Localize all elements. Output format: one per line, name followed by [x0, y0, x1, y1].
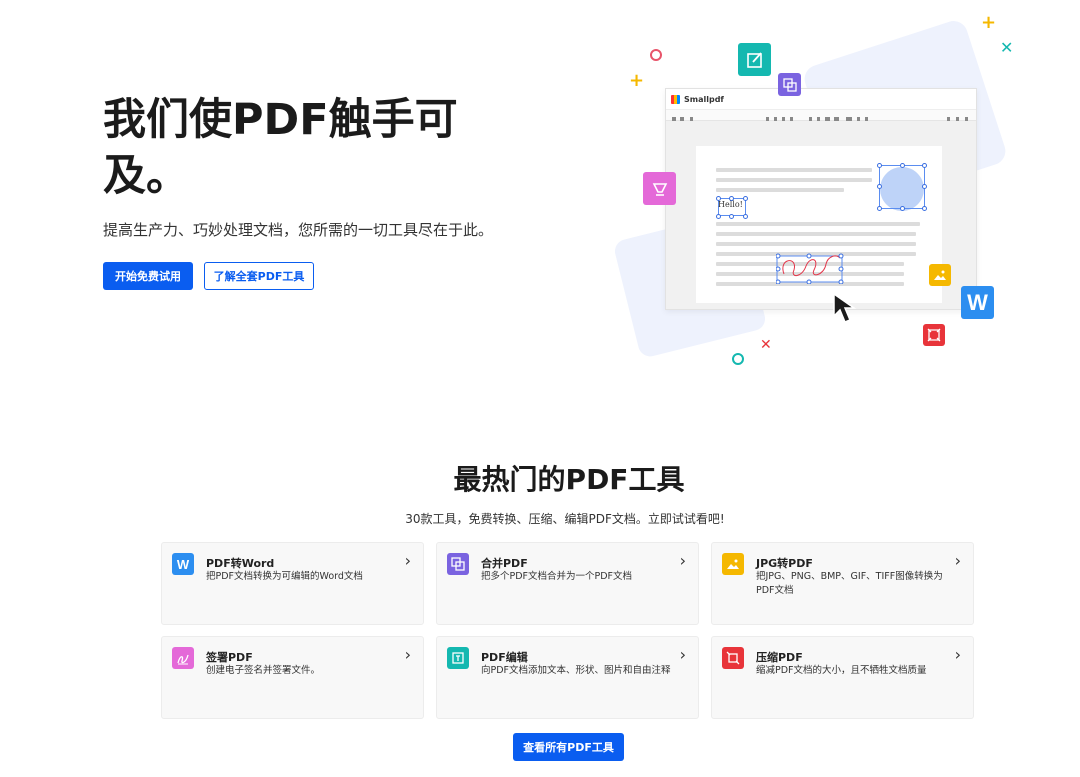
resize-handle [900, 206, 905, 211]
edit-icon [447, 647, 469, 669]
resize-handle [743, 196, 748, 201]
tool-card-description: 向PDF文档添加文本、形状、图片和自由注释 [481, 665, 671, 676]
resize-handle [729, 214, 734, 219]
toolbar-icons [672, 117, 968, 121]
signature-icon [172, 647, 194, 669]
document-page: Hello! [696, 146, 942, 303]
tool-card-title: 合并PDF [481, 557, 528, 570]
text-line [716, 188, 844, 192]
section-title: 最热门的PDF工具 [453, 463, 685, 496]
app-titlebar: Smallpdf [666, 89, 976, 109]
tool-card-title: 压缩PDF [756, 651, 803, 664]
text-line [716, 178, 872, 182]
resize-handle [922, 163, 927, 168]
image-icon [722, 553, 744, 575]
chevron-right-icon: › [679, 645, 686, 664]
image-float-icon [929, 264, 951, 286]
app-name: Smallpdf [684, 94, 724, 104]
resize-handle [877, 206, 882, 211]
tool-card-compress-pdf[interactable]: 压缩PDF 缩减PDF文档的大小，且不牺牲文档质量 › [711, 636, 974, 719]
resize-handle [900, 163, 905, 168]
tool-card-title: JPG转PDF [756, 557, 813, 570]
tool-card-title: PDF转Word [206, 557, 275, 570]
compress-float-icon [923, 324, 945, 346]
resize-handle [716, 196, 721, 201]
tool-card-title: 签署PDF [206, 651, 253, 664]
tool-card-description: 创建电子签名并签署文件。 [206, 665, 321, 676]
resize-handle [922, 206, 927, 211]
text-line [716, 222, 920, 226]
see-all-tools-button[interactable]: 查看所有PDF工具 [513, 733, 624, 761]
resize-handle [716, 214, 721, 219]
signature-drawing [776, 253, 844, 284]
text-line [716, 168, 872, 172]
cross-decoration-icon: ✕ [1000, 38, 1014, 57]
resize-handle [877, 184, 882, 189]
merge-float-icon [778, 73, 801, 96]
text-line [716, 242, 916, 246]
section-subtitle: 30款工具，免费转换、压缩、编辑PDF文档。立即试试看吧! [405, 512, 725, 526]
smallpdf-logo-icon [671, 94, 680, 104]
chevron-right-icon: › [679, 551, 686, 570]
chevron-right-icon: › [954, 551, 961, 570]
tool-card-pdf-to-word[interactable]: W PDF转Word 把PDF文档转换为可编辑的Word文档 › [161, 542, 424, 625]
tool-card-edit-pdf[interactable]: PDF编辑 向PDF文档添加文本、形状、图片和自由注释 › [436, 636, 699, 719]
compress-icon [722, 647, 744, 669]
tool-card-jpg-to-pdf[interactable]: JPG转PDF 把JPG、PNG、BMP、GIF、TIFF图像转换为PDF文档 … [711, 542, 974, 625]
chevron-right-icon: › [404, 551, 411, 570]
text-line [716, 232, 916, 236]
resize-handle [743, 214, 748, 219]
tool-card-sign-pdf[interactable]: 签署PDF 创建电子签名并签署文件。 › [161, 636, 424, 719]
tool-card-description: 把JPG、PNG、BMP、GIF、TIFF图像转换为PDF文档 [756, 571, 943, 596]
merge-icon [447, 553, 469, 575]
hero-title: 我们使PDF触手可及。 [103, 95, 458, 201]
hello-annotation: Hello! [718, 200, 743, 209]
edit-pdf-float-icon [738, 43, 771, 76]
tool-card-description: 缩减PDF文档的大小，且不牺牲文档质量 [756, 665, 927, 676]
cursor-icon [833, 292, 857, 323]
resize-handle [729, 196, 734, 201]
resize-handle [922, 184, 927, 189]
hero-subtitle: 提高生产力、巧妙处理文档，您所需的一切工具尽在于此。 [103, 221, 494, 239]
hero-illustration: Smallpdf Hello! W + + ✕ ✕ [600, 0, 1080, 380]
word-float-icon: W [961, 286, 994, 319]
tool-card-title: PDF编辑 [481, 651, 528, 664]
plus-decoration-icon: + [981, 12, 997, 33]
resize-handle [877, 163, 882, 168]
word-icon: W [172, 553, 194, 575]
start-free-trial-button[interactable]: 开始免费试用 [103, 262, 193, 290]
tool-card-description: 把PDF文档转换为可编辑的Word文档 [206, 571, 363, 582]
learn-all-tools-button[interactable]: 了解全套PDF工具 [204, 262, 314, 290]
signature-float-icon [643, 172, 676, 205]
ring-decoration-icon [650, 49, 662, 61]
app-toolbar [666, 109, 976, 121]
plus-decoration-icon: + [629, 70, 645, 91]
tool-card-merge-pdf[interactable]: 合并PDF 把多个PDF文档合并为一个PDF文档 › [436, 542, 699, 625]
chevron-right-icon: › [954, 645, 961, 664]
chevron-right-icon: › [404, 645, 411, 664]
tool-card-description: 把多个PDF文档合并为一个PDF文档 [481, 571, 633, 582]
ring-decoration-icon [732, 353, 744, 365]
cross-decoration-icon: ✕ [760, 337, 772, 353]
selection-box [879, 165, 925, 209]
